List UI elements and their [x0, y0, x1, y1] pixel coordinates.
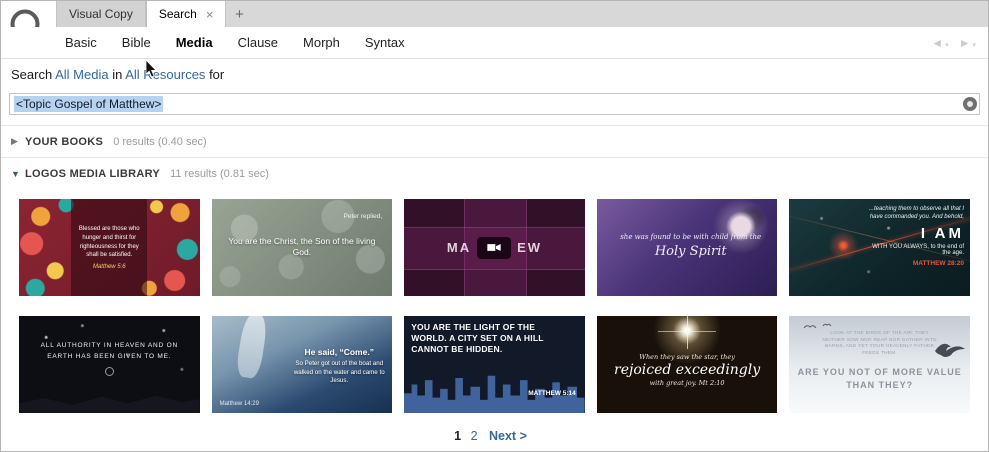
search-input[interactable]: <Topic Gospel of Matthew> [9, 93, 980, 115]
thumbnail-text: MA EW [404, 199, 585, 296]
history-back-icon[interactable]: ◄▾ [931, 36, 948, 50]
thumbnail-text: she was found to be with child from the … [620, 232, 762, 260]
page-2-link[interactable]: 2 [471, 429, 478, 443]
media-result-matthew-5-6[interactable]: Blessed are those who hunger and thirst … [19, 199, 200, 296]
media-result-you-are-the-christ[interactable]: Peter replied, You are the Christ, the S… [211, 199, 393, 296]
media-result-matthew-video[interactable]: MA EW [404, 199, 585, 296]
tab-media[interactable]: Media [176, 35, 213, 50]
history-nav: ◄▾ ►▾ [931, 27, 976, 59]
section-title: LOGOS MEDIA LIBRARY [25, 167, 161, 180]
pagination: 1 2 Next > [1, 429, 988, 443]
tab-clause[interactable]: Clause [238, 35, 278, 50]
tab-bar: Visual Copy Search × + [56, 1, 988, 27]
tab-syntax[interactable]: Syntax [365, 35, 405, 50]
thumbnail-text: LOOK AT THE BIRDS OF THE AIR: THEY NEITH… [822, 330, 937, 356]
new-tab-button[interactable]: + [226, 1, 252, 27]
thumbnail-text: YOU ARE THE LIGHT OF THE WORLD. A CITY S… [411, 322, 544, 355]
search-panel: Visual Copy Search × + ▾ Basic Bible Med… [0, 0, 989, 452]
tab-label: Visual Copy [69, 7, 133, 21]
tab-label: Search [158, 7, 197, 21]
tab-visual-copy[interactable]: Visual Copy [56, 1, 146, 27]
page-1-current[interactable]: 1 [454, 429, 461, 443]
thumbnail-reference: MATTHEW 5:14 [528, 390, 576, 397]
collapse-arrow-icon[interactable]: ▶ [11, 136, 25, 147]
search-options-icon[interactable] [963, 97, 977, 111]
tab-bible[interactable]: Bible [122, 35, 151, 50]
resources-scope-link[interactable]: All Resources [125, 67, 205, 82]
scope-prefix: Search [11, 67, 53, 82]
thumbnail-text: Blessed are those who hunger and thirst … [71, 199, 148, 296]
section-result-count: 0 results (0.40 sec) [113, 135, 207, 148]
media-scope-link[interactable]: All Media [55, 67, 108, 82]
search-query-selected-text: <Topic Gospel of Matthew> [14, 96, 164, 112]
search-kind-nav: Basic Bible Media Clause Morph Syntax ◄▾… [1, 27, 988, 59]
media-result-i-am-with-you[interactable]: ...teaching them to observe all that I h… [789, 199, 970, 296]
media-result-all-authority[interactable]: ALL AUTHORITY IN HEAVEN AND ON EARTH HAS… [19, 316, 200, 413]
thumbnail-text: When they saw the star, they rejoiced ex… [614, 352, 761, 387]
next-page-link[interactable]: Next > [489, 429, 527, 443]
thumbnail-text: You are the Christ, the Son of the livin… [228, 235, 376, 258]
thumbnail-text: Peter replied, [343, 213, 383, 220]
thumbnail-text: He said, “Come.” So Peter got out of the… [293, 347, 385, 385]
thumbnail-text: ARE YOU NOT OF MORE VALUE THAN THEY? [797, 367, 962, 391]
media-result-more-value-than-they[interactable]: LOOK AT THE BIRDS OF THE AIR: THEY NEITH… [789, 316, 970, 413]
thumbnail-text: ALL AUTHORITY IN HEAVEN AND ON EARTH HAS… [37, 341, 182, 376]
scope-for: for [209, 67, 225, 82]
section-your-books[interactable]: ▶ YOUR BOOKS 0 results (0.40 sec) [1, 125, 988, 157]
video-camera-icon [477, 236, 512, 259]
thumbnail-text: ...teaching them to observe all that I h… [868, 206, 964, 267]
media-result-city-on-a-hill[interactable]: YOU ARE THE LIGHT OF THE WORLD. A CITY S… [404, 316, 585, 413]
bird-icon [935, 344, 965, 358]
media-result-rejoiced-exceedingly[interactable]: When they saw the star, they rejoiced ex… [596, 316, 778, 413]
history-forward-icon[interactable]: ►▾ [959, 36, 976, 50]
media-result-peter-walks-on-water[interactable]: He said, “Come.” So Peter got out of the… [211, 316, 393, 413]
thumbnail-reference: Matthew 14:29 [219, 401, 259, 407]
tab-basic[interactable]: Basic [65, 35, 97, 50]
results-sections: ▶ YOUR BOOKS 0 results (0.40 sec) ▼ LOGO… [1, 125, 988, 189]
collapse-arrow-icon[interactable]: ▼ [11, 169, 25, 179]
section-title: YOUR BOOKS [25, 135, 104, 148]
tab-morph[interactable]: Morph [303, 35, 340, 50]
tab-search[interactable]: Search × [145, 1, 227, 27]
section-logos-media-library[interactable]: ▼ LOGOS MEDIA LIBRARY 11 results (0.81 s… [1, 157, 988, 189]
close-icon[interactable]: × [206, 8, 214, 21]
search-scope-line: Search All Media in All Resources for [11, 67, 224, 82]
media-results-grid: Blessed are those who hunger and thirst … [19, 199, 970, 413]
section-result-count: 11 results (0.81 sec) [170, 167, 269, 180]
emblem-icon [104, 367, 114, 376]
scope-in: in [112, 67, 123, 82]
media-result-holy-spirit[interactable]: she was found to be with child from the … [596, 199, 778, 296]
